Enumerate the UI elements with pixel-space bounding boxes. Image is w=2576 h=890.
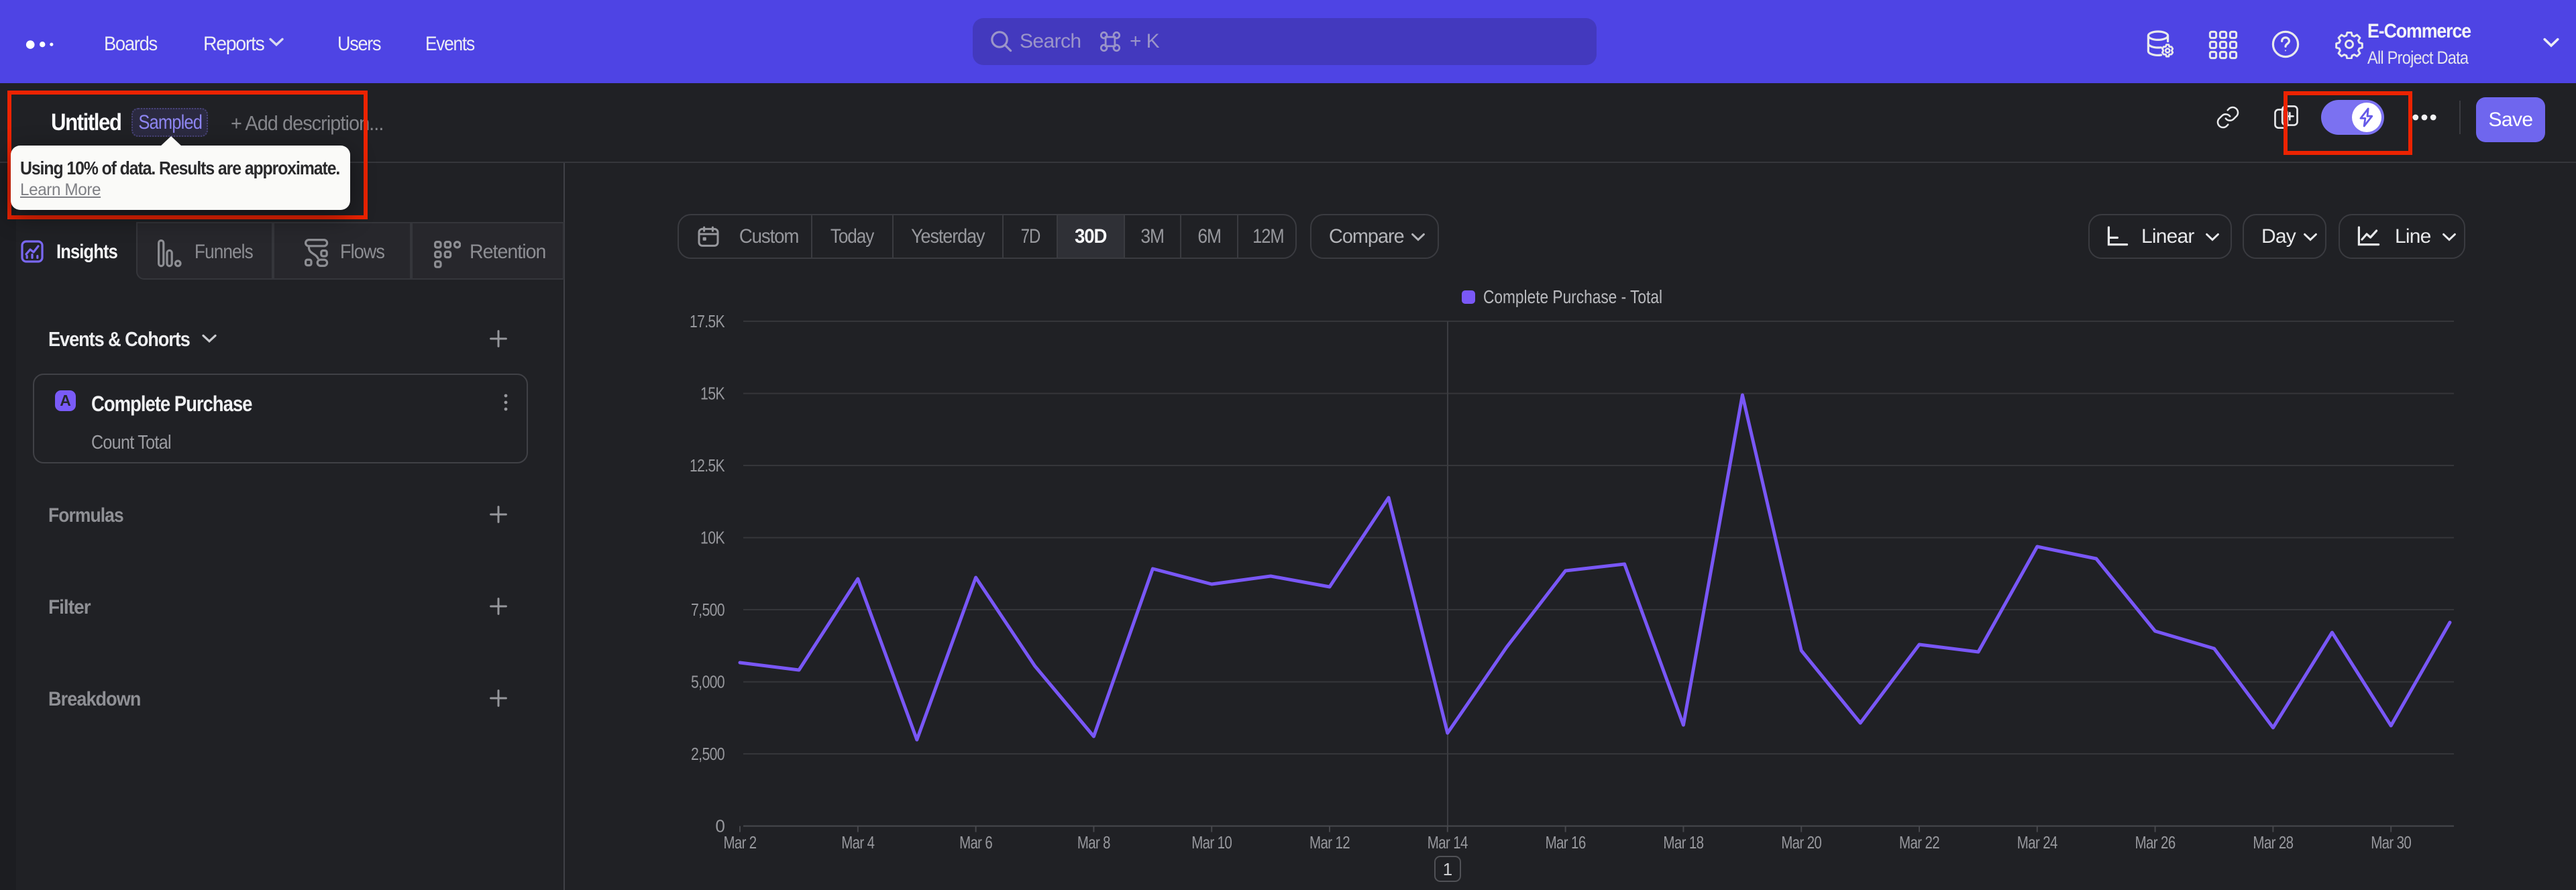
svg-text:Mar 26: Mar 26 [2135, 832, 2176, 852]
svg-text:Mar 8: Mar 8 [1077, 832, 1110, 852]
svg-text:Mar 22: Mar 22 [1899, 832, 1939, 852]
svg-text:Mar 14: Mar 14 [1428, 832, 1468, 852]
svg-text:12.5K: 12.5K [690, 455, 725, 476]
svg-text:Mar 20: Mar 20 [1781, 832, 1821, 852]
svg-text:Mar 10: Mar 10 [1191, 832, 1232, 852]
svg-text:Mar 28: Mar 28 [2253, 832, 2293, 852]
svg-text:5,000: 5,000 [691, 672, 724, 692]
svg-text:2,500: 2,500 [691, 744, 724, 764]
svg-text:Mar 2: Mar 2 [724, 832, 757, 852]
svg-text:Mar 16: Mar 16 [1546, 832, 1586, 852]
svg-text:Mar 30: Mar 30 [2371, 832, 2411, 852]
svg-text:7,500: 7,500 [691, 600, 724, 620]
svg-text:17.5K: 17.5K [690, 311, 725, 331]
svg-text:Mar 24: Mar 24 [2017, 832, 2057, 852]
svg-text:Complete Purchase - Total: Complete Purchase - Total [1483, 286, 1662, 307]
svg-text:Mar 18: Mar 18 [1663, 832, 1703, 852]
svg-text:Mar 12: Mar 12 [1309, 832, 1350, 852]
svg-text:Mar 6: Mar 6 [959, 832, 992, 852]
svg-text:1: 1 [1443, 859, 1452, 879]
svg-text:15K: 15K [700, 384, 725, 404]
svg-text:10K: 10K [700, 528, 725, 548]
svg-text:Mar 4: Mar 4 [841, 832, 874, 852]
